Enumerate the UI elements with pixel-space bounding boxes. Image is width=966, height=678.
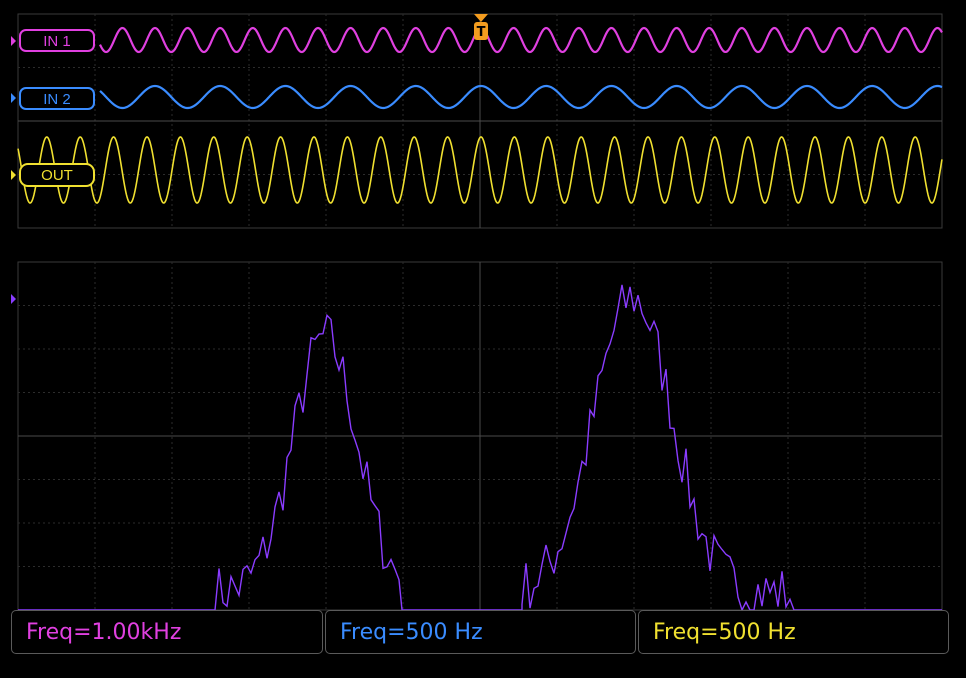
measurement-text: Freq=500 Hz: [340, 619, 483, 645]
measurement-box-out[interactable]: Freq=500 Hz: [638, 610, 949, 654]
measurement-box-in2[interactable]: Freq=500 Hz: [325, 610, 636, 654]
trigger-label: T: [477, 25, 486, 40]
channel-label-in2[interactable]: IN 2: [11, 87, 95, 110]
measurement-text: Freq=1.00kHz: [26, 619, 182, 645]
channel-label-text: IN 1: [43, 33, 71, 50]
oscilloscope-screen: T IN 1 IN 2 OUT: [0, 0, 966, 678]
channel-label-text: OUT: [41, 167, 73, 184]
measurement-text: Freq=500 Hz: [653, 619, 796, 645]
measurement-box-in1[interactable]: Freq=1.00kHz: [11, 610, 323, 654]
channel-label-out[interactable]: OUT: [11, 163, 95, 187]
channel-label-in1[interactable]: IN 1: [11, 29, 95, 52]
channel-label-text: IN 2: [43, 91, 71, 108]
